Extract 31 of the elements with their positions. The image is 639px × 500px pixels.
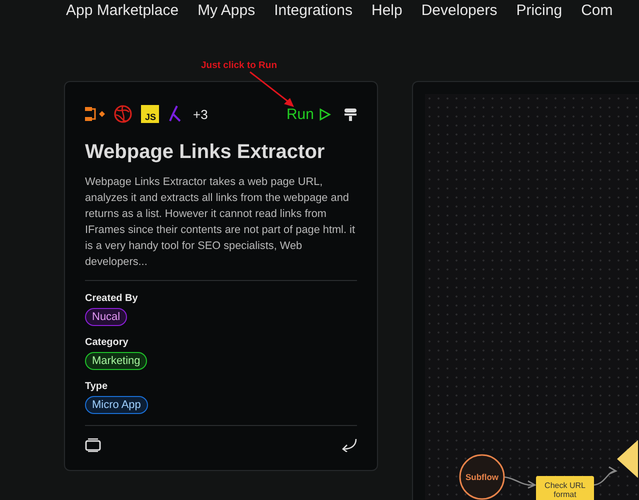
return-icon[interactable] [341, 438, 357, 452]
connector-arrow [503, 476, 536, 489]
javascript-icon: JS [141, 105, 159, 123]
app-title: Webpage Links Extractor [85, 141, 326, 164]
section-label: Category [85, 337, 130, 348]
tag[interactable]: Micro App [85, 396, 148, 414]
section-label: Created By [85, 293, 139, 304]
run-button[interactable]: Run [286, 106, 331, 122]
nav-link[interactable]: Com [581, 1, 613, 38]
subflow-node[interactable]: Subflow [459, 454, 505, 500]
section-label: Type [85, 381, 109, 392]
process-node[interactable]: Check URL format [536, 476, 594, 500]
nav-link[interactable]: App Marketplace [66, 1, 179, 38]
nav-link[interactable]: Pricing [516, 1, 562, 38]
decision-node[interactable] [617, 440, 638, 478]
nav-link[interactable]: Integrations [274, 1, 352, 38]
stamp-icon[interactable] [344, 108, 357, 120]
nav-link[interactable]: Help [371, 1, 402, 38]
tag[interactable]: Nucal [85, 308, 128, 326]
flow-icon [85, 106, 105, 122]
play-icon [319, 108, 331, 120]
nav-link[interactable]: My Apps [198, 1, 256, 38]
app-description: Webpage Links Extractor takes a web page URL, analyzes it and extracts all links from the webpage and returns as a list. However it cannot read links from IFrames since their contents are not part of page html. it is a very handy tool for SEO specialists, Web developers... [85, 175, 356, 270]
tag[interactable]: Marketing [85, 352, 148, 370]
annotation-arrow [250, 71, 294, 107]
extra-count: +3 [193, 106, 208, 122]
annotation-text: Just click to Run [201, 60, 278, 71]
nav-link[interactable]: Developers [421, 1, 498, 38]
screens-icon[interactable] [85, 438, 101, 452]
connector-arrow [593, 466, 617, 486]
globe-icon [114, 105, 132, 123]
